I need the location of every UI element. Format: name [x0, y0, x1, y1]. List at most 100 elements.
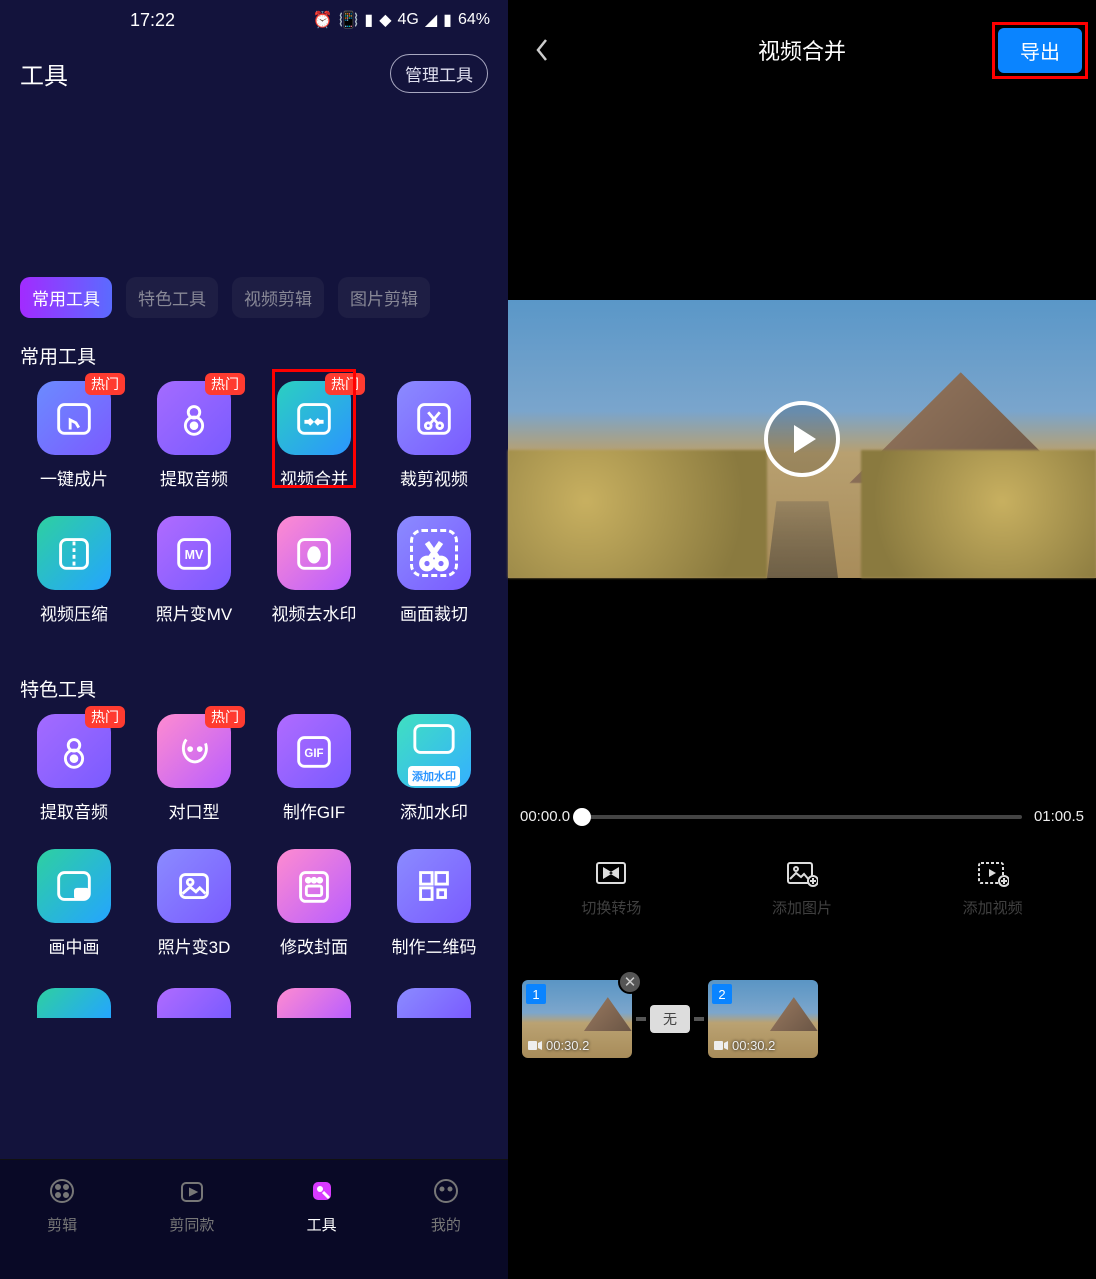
hot-badge: 热门 [325, 373, 365, 395]
hot-badge: 热门 [85, 373, 125, 395]
action-label: 添加视频 [963, 897, 1023, 918]
network-label: 4G [398, 11, 419, 29]
tab-special[interactable]: 特色工具 [126, 277, 218, 318]
nav-tools[interactable]: 工具 [305, 1174, 339, 1235]
nav-me[interactable]: 我的 [429, 1174, 463, 1235]
generic-icon [37, 988, 111, 1018]
time-total: 01:00.5 [1034, 808, 1084, 825]
export-button[interactable]: 导出 [998, 28, 1082, 73]
section-special-title: 特色工具 [0, 651, 508, 714]
seek-thumb[interactable] [573, 808, 591, 826]
back-button[interactable] [522, 30, 562, 70]
battery-label: 64% [458, 11, 490, 29]
alarm-icon: ⏰ [313, 10, 333, 30]
crop-icon [397, 516, 471, 590]
tool-more-4[interactable] [374, 988, 494, 1018]
tool-remove-watermark[interactable]: 视频去水印 [254, 516, 374, 625]
clip-1-wrap: 1 00:30.2 ✕ [522, 980, 632, 1058]
tool-compress[interactable]: 视频压缩 [14, 516, 134, 625]
preview-road [767, 501, 838, 578]
category-tabs: 常用工具 特色工具 视频剪辑 图片剪辑 [0, 277, 508, 318]
tool-add-watermark[interactable]: 添加水印 添加水印 [374, 714, 494, 823]
tab-image-edit[interactable]: 图片剪辑 [338, 277, 430, 318]
tool-label: 制作二维码 [392, 933, 477, 958]
speaker-icon: 热门 [157, 381, 231, 455]
status-icons: ⏰ 📳 ▮ ◆ 4G ◢ ▮ 64% [313, 10, 490, 30]
speaker-icon: 热门 [37, 714, 111, 788]
me-icon [429, 1174, 463, 1208]
tool-label: 一键成片 [40, 465, 108, 490]
remove-clip-button[interactable]: ✕ [618, 970, 642, 994]
action-add-image[interactable]: 添加图片 [772, 859, 832, 918]
generic-icon [397, 988, 471, 1018]
tool-more-3[interactable] [254, 988, 374, 1018]
pip-icon [37, 849, 111, 923]
sim-icon: ▮ [364, 10, 373, 30]
seek-track[interactable] [582, 815, 1022, 819]
gif-icon: GIF [277, 714, 351, 788]
editor-title: 视频合并 [758, 34, 846, 66]
vibrate-icon: 📳 [338, 10, 358, 30]
tool-photo-3d[interactable]: 照片变3D [134, 849, 254, 958]
action-add-video[interactable]: 添加视频 [963, 859, 1023, 918]
tool-label: 视频压缩 [40, 600, 108, 625]
tool-more-2[interactable] [134, 988, 254, 1018]
tap-icon: 热门 [37, 381, 111, 455]
clip-duration: 00:30.2 [528, 1038, 589, 1053]
clip-2[interactable]: 2 00:30.2 [708, 980, 818, 1058]
addwatermark-icon: 添加水印 [397, 714, 471, 788]
tool-pip[interactable]: 画中画 [14, 849, 134, 958]
merge-editor-screen: 视频合并 导出 00:00.0 01:00.5 切换转场 添加图片 添加视频 [508, 0, 1096, 1279]
common-tools-grid: 热门 一键成片 热门 提取音频 热门 视频合并 裁剪视频 [0, 381, 508, 651]
action-label: 添加图片 [772, 897, 832, 918]
video-preview [508, 300, 1096, 578]
tool-label: 制作GIF [283, 798, 345, 823]
tool-one-click[interactable]: 热门 一键成片 [14, 381, 134, 490]
preview-foreground [861, 450, 1096, 578]
cover-icon [277, 849, 351, 923]
tool-more-1[interactable] [14, 988, 134, 1018]
tools-icon [305, 1174, 339, 1208]
nav-label: 工具 [307, 1214, 337, 1235]
battery-icon: ▮ [443, 10, 452, 30]
photo-icon [157, 849, 231, 923]
generic-icon [157, 988, 231, 1018]
editor-header: 视频合并 导出 [508, 0, 1096, 100]
tool-label: 画中画 [49, 933, 100, 958]
nav-edit[interactable]: 剪辑 [45, 1174, 79, 1235]
timeline-bar: 00:00.0 01:00.5 [508, 808, 1096, 825]
scissors-icon [397, 381, 471, 455]
mv-icon: MV [157, 516, 231, 590]
tab-video-edit[interactable]: 视频剪辑 [232, 277, 324, 318]
tool-label: 画面裁切 [400, 600, 468, 625]
transition-pill[interactable]: 无 [650, 1005, 690, 1033]
tool-extract-audio-2[interactable]: 热门 提取音频 [14, 714, 134, 823]
generic-icon [277, 988, 351, 1018]
hot-badge: 热门 [85, 706, 125, 728]
clip-duration: 00:30.2 [714, 1038, 775, 1053]
face-icon: 热门 [157, 714, 231, 788]
watermark-text: 添加水印 [408, 766, 460, 786]
tool-make-qr[interactable]: 制作二维码 [374, 849, 494, 958]
tool-label: 提取音频 [40, 798, 108, 823]
signal-icon: ◢ [425, 10, 437, 30]
tool-photo-mv[interactable]: MV 照片变MV [134, 516, 254, 625]
tool-extract-audio[interactable]: 热门 提取音频 [134, 381, 254, 490]
nav-sametemplate[interactable]: 剪同款 [169, 1174, 214, 1235]
play-button[interactable] [764, 401, 840, 477]
header: 工具 管理工具 [0, 40, 508, 107]
manage-tools-button[interactable]: 管理工具 [390, 54, 488, 93]
tool-label: 对口型 [169, 798, 220, 823]
tool-trim-video[interactable]: 裁剪视频 [374, 381, 494, 490]
clip-1[interactable]: 1 00:30.2 [522, 980, 632, 1058]
tool-label: 照片变MV [156, 600, 233, 625]
tool-video-merge[interactable]: 热门 视频合并 [254, 381, 374, 490]
tool-lipsync[interactable]: 热门 对口型 [134, 714, 254, 823]
action-transition[interactable]: 切换转场 [581, 859, 641, 918]
page-title: 工具 [20, 56, 68, 91]
tool-change-cover[interactable]: 修改封面 [254, 849, 374, 958]
tab-common[interactable]: 常用工具 [20, 277, 112, 318]
tool-crop[interactable]: 画面裁切 [374, 516, 494, 625]
compress-icon [37, 516, 111, 590]
tool-make-gif[interactable]: GIF 制作GIF [254, 714, 374, 823]
